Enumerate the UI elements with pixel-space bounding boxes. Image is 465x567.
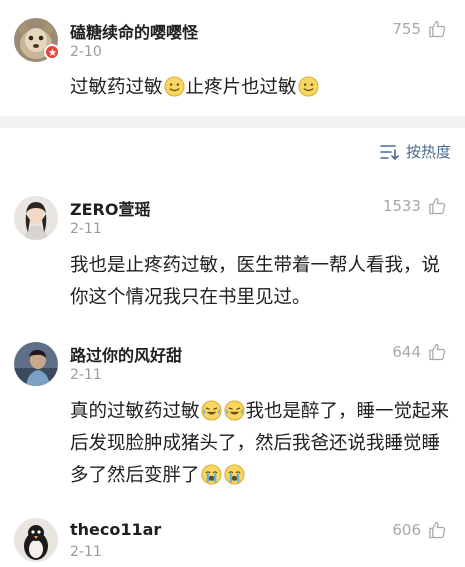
avatar[interactable] [14,196,58,240]
like-button[interactable]: 1533 [383,196,447,216]
avatar[interactable] [14,518,58,562]
comment-date: 2-11 [70,367,102,383]
laugh-cry-emoji-icon [200,400,222,421]
like-count: 606 [392,521,421,539]
crying-emoji-icon [223,464,245,485]
like-button[interactable]: 644 [392,342,447,362]
comment-text: 我也是止疼药过敏，医生带着一帮人看我，说你这个情况我只在书里见过。 [70,255,441,308]
comment-date: 2-11 [70,221,102,237]
sort-by-hotness-button[interactable]: 按热度 [380,141,451,162]
comment-username[interactable]: theco11ar [70,520,161,539]
comment-username[interactable]: 路过你的风好甜 [70,342,182,366]
section-divider [0,116,465,128]
smile-emoji-icon [298,76,319,97]
like-button[interactable]: 755 [392,19,447,39]
thumbs-up-icon [427,19,447,39]
like-count: 755 [392,20,421,38]
comment-date: 2-10 [70,44,102,60]
comment-item: 磕糖续命的嘤嘤怪 2-10 755 过敏药过敏 止疼片也过敏 [0,0,465,116]
comment-username[interactable]: ZERO萱瑶 [70,196,150,220]
like-button[interactable]: 606 [392,520,447,540]
comment-item: ZERO萱瑶 2-11 1533 我也是止疼药过敏，医生带着一帮人看我，说你这个… [0,186,465,316]
verified-badge-icon [44,44,60,60]
avatar[interactable] [14,342,58,386]
thumbs-up-icon [427,196,447,216]
sort-label: 按热度 [405,143,451,161]
comment-username[interactable]: 磕糖续命的嘤嘤怪 [70,19,198,43]
comment-item: theco11ar 2-11 606 [0,508,465,567]
crying-emoji-icon [200,464,222,485]
comment-text: 过敏药过敏 止疼片也过敏 [70,72,454,104]
comment-item: 路过你的风好甜 2-11 644 真的过敏药过敏 我也是醉了，睡一觉起来后发现脸肿… [0,330,465,500]
sort-icon [380,143,400,161]
like-count: 1533 [382,197,421,215]
laugh-cry-emoji-icon [223,400,245,421]
comment-text-segment: 真的过敏药过敏 [70,401,200,422]
comment-text-segment: 过敏药过敏 [70,77,163,98]
comment-text: 真的过敏药过敏 我也是醉了，睡一觉起来后发现脸肿成猪头了，然后我爸还说我睡觉睡多了… [70,396,454,492]
like-count: 644 [392,343,421,361]
smile-emoji-icon [163,76,185,97]
comment-text-segment: 止疼片也过敏 [185,77,297,98]
thumbs-up-icon [427,520,447,540]
comment-date: 2-11 [70,544,102,560]
thumbs-up-icon [427,342,447,362]
